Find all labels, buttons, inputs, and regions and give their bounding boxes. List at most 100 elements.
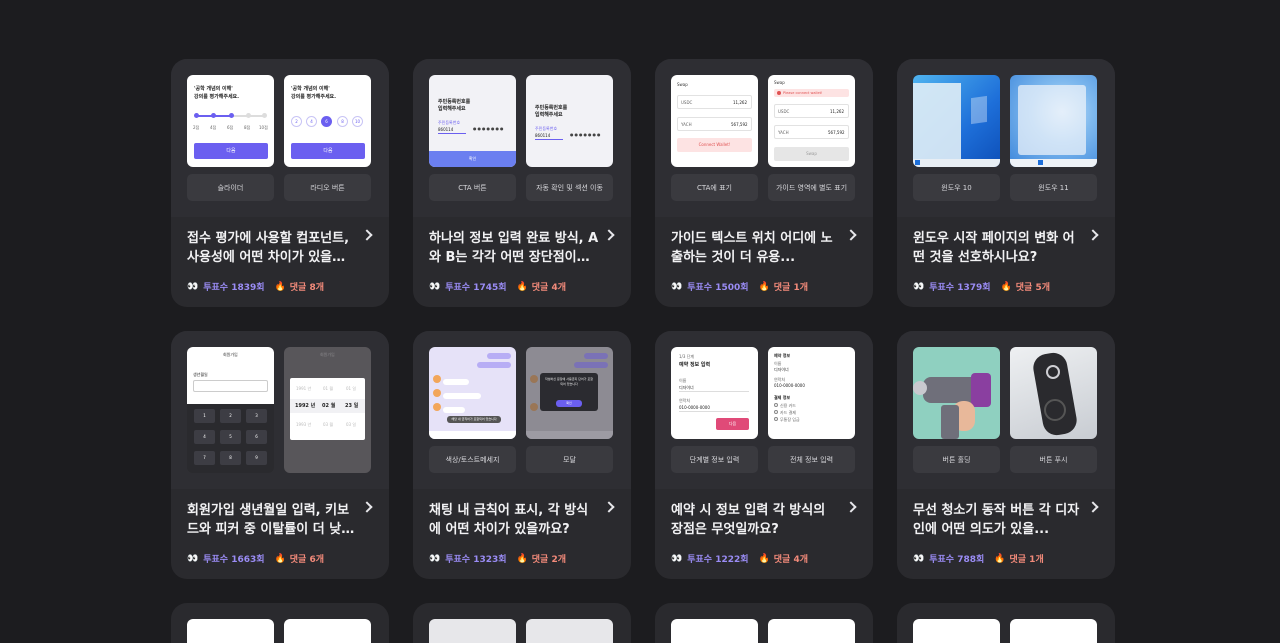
option-a-label[interactable]: CTA 버튼	[429, 174, 516, 201]
thumb-text: Please connect wallet!	[783, 91, 823, 95]
option-b-label[interactable]: 모달	[526, 446, 613, 473]
chat-input-bar	[429, 431, 516, 439]
card-preview: 버튼 홀딩 버튼 푸시	[897, 331, 1115, 489]
chevron-right-icon[interactable]	[603, 229, 615, 241]
card-preview: 1/3 단계 예약 정보 입력 이름 디자이너 연락처 010-0000-000…	[655, 331, 873, 489]
thumb-text: '공학 개념의 이해'	[194, 86, 233, 92]
option-a-thumbnail	[913, 619, 1000, 643]
slider-dot	[229, 113, 234, 118]
comment-count: 댓글 4개	[773, 555, 808, 565]
option-b-label[interactable]: 라디오 버튼	[284, 174, 371, 201]
card-title[interactable]: 채팅 내 금칙어 표시, 각 방식에 어떤 차이가 있을까요?	[429, 501, 599, 539]
thumb-text: 567,592	[828, 130, 845, 135]
tick-label: 2점	[193, 125, 200, 130]
option-a-label[interactable]: 슬라이더	[187, 174, 274, 201]
question-card[interactable]: 윈도우 10 윈도우 11 윈도우 시작 페이지의 변화 어떤 것을 선호하시나…	[897, 59, 1115, 307]
question-card-partial[interactable]	[897, 603, 1115, 643]
chat-bubble-mine	[574, 362, 608, 368]
option-b-label[interactable]: 윈도우 11	[1010, 174, 1097, 201]
windows-logo-icon	[1038, 160, 1043, 165]
option-a-thumbnail: 주민등록번호를 입력해주세요 주민등록번호 860114 ●●●●●●● 확인	[429, 75, 516, 167]
picker-value-selected: 23 일	[345, 403, 359, 409]
chevron-right-icon[interactable]	[1087, 229, 1099, 241]
keypad-key: 6	[246, 430, 267, 444]
vote-count: 투표수 788회	[929, 555, 985, 565]
question-card[interactable]: '공학 개념의 이해' 강의를 평가해주세요. 2점 4점 6점 8점 10점 …	[171, 59, 389, 307]
option-a-thumbnail	[187, 619, 274, 643]
swap-button: Swap	[774, 147, 849, 161]
question-card-partial[interactable]	[655, 603, 873, 643]
picker-value: 03 일	[346, 422, 357, 427]
card-title[interactable]: 예약 시 정보 입력 각 방식의 장점은 무엇일까요?	[671, 501, 841, 539]
question-card-partial[interactable]	[413, 603, 631, 643]
next-button: 다음	[291, 143, 365, 159]
option-a-thumbnail	[913, 347, 1000, 439]
question-card[interactable]: 해당 내 금칙어가 포함되어 있습니다 색상/토스트메세지 작성하신 문장에 사…	[413, 331, 631, 579]
card-title[interactable]: 회원가입 생년월일 입력, 키보드와 피커 중 이탈률이 더 낮은 ...	[187, 501, 357, 539]
chevron-right-icon[interactable]	[603, 501, 615, 513]
question-card[interactable]: 주민등록번호를 입력해주세요 주민등록번호 860114 ●●●●●●● 확인 …	[413, 59, 631, 307]
chat-bubble-mine	[487, 353, 511, 359]
option-b-thumbnail: 예약 정보 이름 디자이너 연락처 010-0000-0000 결제 정보 신용…	[768, 347, 855, 439]
vacuum-handle	[941, 405, 959, 439]
eyes-icon: 👀	[429, 553, 441, 564]
option-b-label[interactable]: 전체 정보 입력	[768, 446, 855, 473]
option-a-label[interactable]: 단계별 정보 입력	[671, 446, 758, 473]
thumb-text: 010-0000-0000	[679, 405, 710, 410]
slider-dot	[194, 113, 199, 118]
question-card[interactable]: 버튼 홀딩 버튼 푸시 무선 청소기 동작 버튼 각 디자인에 어떤 의도가 있…	[897, 331, 1115, 579]
option-a-thumbnail: '공학 개념의 이해' 강의를 평가해주세요. 2점 4점 6점 8점 10점 …	[187, 75, 274, 167]
thumb-text: 강의를 평가해주세요.	[194, 94, 240, 100]
chevron-right-icon[interactable]	[361, 501, 373, 513]
option-a-label[interactable]: CTA에 표기	[671, 174, 758, 201]
question-card[interactable]: 회원가입 생년월일 1 2 3 4 5 6 7 8 9 회원가입 1991 년 …	[171, 331, 389, 579]
card-title[interactable]: 무선 청소기 동작 버튼 각 디자인에 어떤 의도가 있을...	[913, 501, 1083, 539]
option-b-label[interactable]: 자동 확인 및 섹션 이동	[526, 174, 613, 201]
option-a-label[interactable]: 버튼 홀딩	[913, 446, 1000, 473]
chevron-right-icon[interactable]	[361, 229, 373, 241]
thumb-text: 연락처	[679, 398, 691, 403]
next-button: 다음	[194, 143, 268, 159]
option-a-label[interactable]: 색상/토스트메세지	[429, 446, 516, 473]
thumb-text: USDC	[778, 109, 790, 114]
thumb-text: 강의를 평가해주세요.	[291, 94, 337, 100]
input-underline	[679, 391, 749, 392]
keypad-key: 4	[194, 430, 215, 444]
birthdate-input	[193, 380, 268, 392]
card-preview: Swap USDC 11,262 YACH 567,592 Connect Wa…	[655, 59, 873, 217]
thumb-text: 010-0000-0000	[774, 383, 805, 388]
power-icon	[1046, 365, 1060, 379]
option-b-thumbnail: 작성하신 문장에 사용금지 단어가 포함되어 있습니다 확인	[526, 347, 613, 439]
card-title[interactable]: 가이드 텍스트 위치 어디에 노출하는 것이 더 유용...	[671, 229, 841, 267]
windows-logo-icon	[915, 160, 920, 165]
chat-bubble-other	[443, 393, 481, 399]
option-b-thumbnail	[768, 619, 855, 643]
option-a-label[interactable]: 윈도우 10	[913, 174, 1000, 201]
comment-count: 댓글 1개	[1009, 555, 1044, 565]
option-a-thumbnail: Swap USDC 11,262 YACH 567,592 Connect Wa…	[671, 75, 758, 167]
eyes-icon: 👀	[187, 553, 199, 564]
radio-option	[774, 417, 778, 421]
comment-count: 댓글 6개	[289, 555, 324, 565]
picker-value: 03 월	[323, 422, 334, 427]
modal-text: 작성하신 문장에 사용금지 단어가 포함되어 있습니다	[545, 377, 593, 386]
question-card[interactable]: 1/3 단계 예약 정보 입력 이름 디자이너 연락처 010-0000-000…	[655, 331, 873, 579]
chevron-right-icon[interactable]	[1087, 501, 1099, 513]
question-card-partial[interactable]	[171, 603, 389, 643]
chevron-right-icon[interactable]	[845, 229, 857, 241]
option-b-label[interactable]: 버튼 푸시	[1010, 446, 1097, 473]
card-title[interactable]: 윈도우 시작 페이지의 변화 어떤 것을 선호하시나요?	[913, 229, 1083, 267]
thumb-text: 생년월일	[193, 372, 208, 377]
thumb-text: YACH	[778, 130, 789, 135]
question-card[interactable]: Swap USDC 11,262 YACH 567,592 Connect Wa…	[655, 59, 873, 307]
card-title[interactable]: 하나의 정보 입력 완료 방식, A와 B는 각각 어떤 장단점이 있...	[429, 229, 599, 267]
taskbar	[913, 159, 1000, 167]
thumb-text: 주민등록번호를	[438, 99, 471, 105]
option-b-thumbnail	[1010, 347, 1097, 439]
card-title[interactable]: 접수 평가에 사용할 컴포넌트, 사용성에 어떤 차이가 있을까...	[187, 229, 357, 267]
card-preview: 해당 내 금칙어가 포함되어 있습니다 색상/토스트메세지 작성하신 문장에 사…	[413, 331, 631, 489]
chevron-right-icon[interactable]	[845, 501, 857, 513]
option-b-label[interactable]: 가이드 영역에 별도 표기	[768, 174, 855, 201]
keypad-key: 3	[246, 409, 267, 423]
tick-label: 4점	[210, 125, 217, 130]
